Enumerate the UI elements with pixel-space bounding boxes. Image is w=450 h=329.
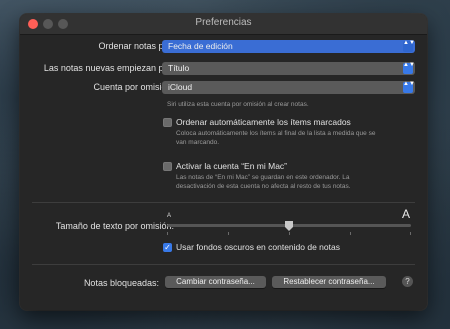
auto-sort-help-line1: Coloca automáticamente los ítems al fina… <box>176 130 376 137</box>
large-text-icon: A <box>402 207 411 221</box>
on-my-mac-help-line1: Las notas de “En mi Mac” se guardan en e… <box>176 174 350 181</box>
sort-notes-value: Fecha de edición <box>168 41 233 51</box>
separator <box>32 264 415 265</box>
on-my-mac-label: Activar la cuenta “En mi Mac” <box>176 161 288 171</box>
new-notes-start-label: Las notas nuevas empiezan por: <box>43 63 174 73</box>
text-size-label: Tamaño de texto por omisión: <box>55 221 174 231</box>
window-title: Preferencias <box>195 17 252 28</box>
popup-arrows-icon: ▲▼ <box>403 40 415 52</box>
siri-help-text: Siri utiliza esta cuenta por omisión al … <box>167 101 309 108</box>
dark-backgrounds-label: Usar fondos oscuros en contenido de nota… <box>176 242 340 252</box>
slider-tick <box>350 232 351 235</box>
small-text-icon: A <box>167 213 172 219</box>
slider-tick <box>410 232 411 235</box>
auto-sort-label: Ordenar automáticamente los ítems marcad… <box>176 117 351 127</box>
locked-notes-label: Notas bloqueadas: <box>83 278 159 288</box>
help-button[interactable]: ? <box>402 276 413 287</box>
new-notes-start-value: Título <box>168 63 190 73</box>
popup-arrows-icon: ▲▼ <box>403 81 415 93</box>
auto-sort-help-line2: van marcando. <box>176 139 219 146</box>
on-my-mac-checkbox[interactable] <box>163 162 172 171</box>
on-my-mac-help-line2: desactivación de esta cuenta no afecta a… <box>176 183 351 190</box>
title-bar: Preferencias <box>20 14 427 35</box>
auto-sort-checkbox[interactable] <box>163 118 172 127</box>
slider-knob[interactable] <box>285 221 293 231</box>
reset-password-button[interactable]: Restablecer contraseña... <box>272 276 386 288</box>
preferences-window: Preferencias Ordenar notas por: Fecha de… <box>20 14 427 310</box>
default-account-popup[interactable]: iCloud ▲▼ <box>162 81 415 94</box>
slider-tick <box>228 232 229 235</box>
slider-tick <box>289 232 290 235</box>
separator <box>32 202 415 203</box>
change-password-button[interactable]: Cambiar contraseña... <box>165 276 266 288</box>
dark-backgrounds-checkbox[interactable]: ✓ <box>163 243 172 252</box>
popup-arrows-icon: ▲▼ <box>403 62 415 74</box>
new-notes-start-popup[interactable]: Título ▲▼ <box>162 62 415 75</box>
slider-tick <box>167 232 168 235</box>
default-account-value: iCloud <box>168 82 193 92</box>
sort-notes-popup[interactable]: Fecha de edición ▲▼ <box>162 40 415 53</box>
